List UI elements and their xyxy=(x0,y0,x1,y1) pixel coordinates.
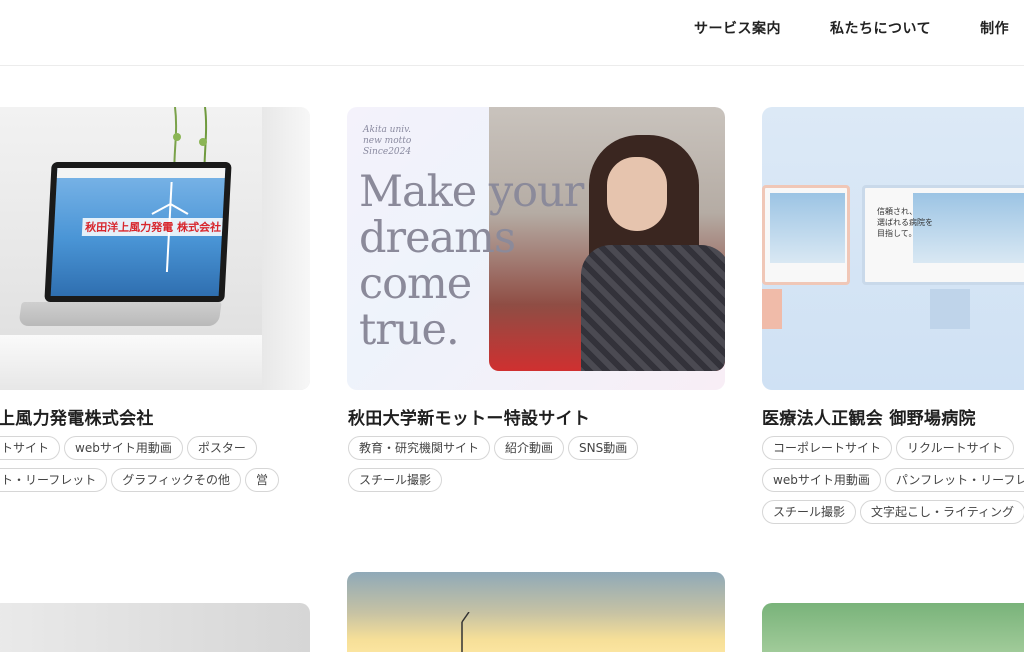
thumb-headline-line: Make your xyxy=(359,167,584,217)
laptop-keyboard xyxy=(18,302,222,326)
nav-about[interactable]: 私たちについて xyxy=(830,18,931,38)
thumb-subtext: Akita univ. new motto Since2024 xyxy=(363,125,411,158)
website-headline: 信頼され、 選ばれる病院を 目指して。 xyxy=(877,206,933,239)
work-thumbnail-row2-2[interactable] xyxy=(347,572,725,652)
staff-photo xyxy=(770,193,845,263)
tag[interactable]: ポスター xyxy=(186,436,257,460)
nav-works[interactable]: 制作 xyxy=(980,18,1009,38)
tag[interactable]: コーポレートサイト xyxy=(762,436,893,460)
thumb-subtext-line: new motto xyxy=(363,136,412,146)
work-thumbnail[interactable]: 秋田洋上風力発電 株式会社 xyxy=(0,107,310,390)
tag[interactable]: スチール撮影 xyxy=(762,500,857,524)
tag[interactable]: webサイト用動画 xyxy=(762,468,881,492)
work-thumbnail[interactable]: 信頼され、 選ばれる病院を 目指して。 xyxy=(762,107,1024,390)
nav-services[interactable]: サービス案内 xyxy=(694,18,781,38)
tag[interactable]: ット・リーフレット xyxy=(0,468,108,492)
work-title[interactable]: 上風力発電株式会社 xyxy=(0,404,154,429)
website-headline: 秋田洋上風力発電 株式会社 xyxy=(81,218,225,236)
monitor-small xyxy=(762,185,850,285)
thumb-headline-line: dreams xyxy=(359,213,516,263)
global-nav: サービス案内 私たちについて 制作 xyxy=(694,18,1009,38)
wind-turbine-icon xyxy=(461,612,470,652)
thumb-headline-line: true. xyxy=(359,305,460,355)
website-preview: 秋田洋上風力発電 株式会社 xyxy=(50,168,226,296)
student-face xyxy=(607,157,667,231)
thumb-subtext-line: Since2024 xyxy=(363,147,412,157)
headline-line: 目指して。 xyxy=(877,229,917,238)
work-thumbnail[interactable]: Akita univ. new motto Since2024 Make you… xyxy=(347,107,725,390)
tag[interactable]: ートサイト xyxy=(0,436,61,460)
thumb-headline-line: come xyxy=(359,259,472,309)
shelf xyxy=(0,335,270,390)
tag[interactable]: 紹介動画 xyxy=(494,436,565,460)
headline-line: 選ばれる病院を xyxy=(877,218,933,227)
work-thumbnail-row2-1[interactable] xyxy=(0,603,310,652)
student-shirt xyxy=(581,245,725,371)
work-title[interactable]: 医療法人正観会 御野場病院 xyxy=(762,404,976,429)
tag[interactable]: SNS動画 xyxy=(568,436,639,460)
tag[interactable]: スチール撮影 xyxy=(348,468,443,492)
wall-panel xyxy=(262,107,310,390)
thumb-headline: Make your dreams come true. xyxy=(359,167,584,355)
tag[interactable]: グラフィックその他 xyxy=(111,468,242,492)
work-title[interactable]: 秋田大学新モットー特設サイト xyxy=(348,404,590,429)
tag-list: コーポレートサイト リクルートサイト webサイト用動画 パンフレット・リーフレ… xyxy=(762,436,1024,524)
monitor-large: 信頼され、 選ばれる病院を 目指して。 xyxy=(862,185,1024,285)
tag[interactable]: 文字起こし・ライティング xyxy=(860,500,1024,524)
headline-line: 信頼され、 xyxy=(877,207,918,216)
tag-list: 教育・研究機関サイト 紹介動画 SNS動画 スチール撮影 xyxy=(348,436,728,492)
thumb-subtext-line: Akita univ. xyxy=(363,125,412,135)
tag[interactable]: パンフレット・リーフレ xyxy=(884,468,1024,492)
monitor-stand xyxy=(762,289,782,329)
website-header-bar xyxy=(56,168,226,178)
tag[interactable]: webサイト用動画 xyxy=(64,436,183,460)
laptop-screen: 秋田洋上風力発電 株式会社 xyxy=(44,162,232,302)
site-header: サービス案内 私たちについて 制作 xyxy=(0,0,1024,66)
work-thumbnail-row2-3[interactable] xyxy=(762,603,1024,652)
tag-list: ートサイト webサイト用動画 ポスター ット・リーフレット グラフィックその他… xyxy=(0,436,298,492)
tag[interactable]: 教育・研究機関サイト xyxy=(348,436,491,460)
monitor-stand xyxy=(930,289,970,329)
tag[interactable]: リクルートサイト xyxy=(896,436,1014,460)
tag[interactable]: 営 xyxy=(245,468,280,492)
